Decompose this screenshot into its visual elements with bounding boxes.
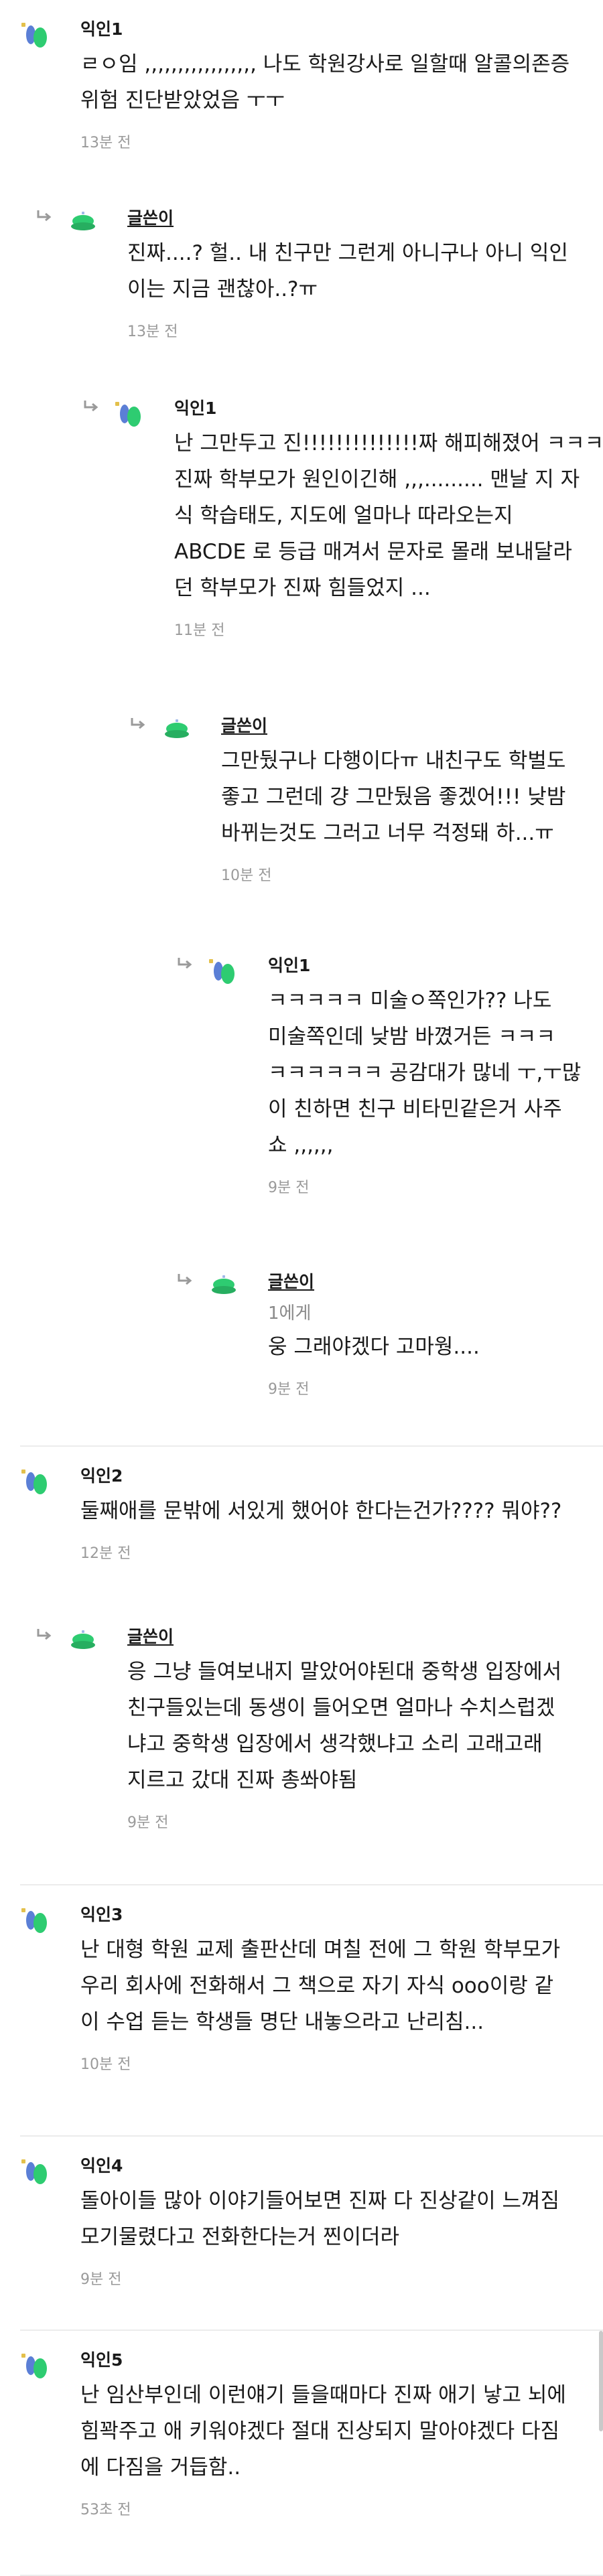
comment-timestamp: 10분 전 [221, 867, 272, 884]
comment-item[interactable]: 익인2 둘째애를 문밖에 서있게 했어야 한다는건가???? 뭐야?? 12분 전 [0, 1447, 603, 1607]
comment-text-line: 돌아이들 많아 이야기들어보면 진짜 다 진상같이 느껴짐 [80, 2189, 560, 2213]
comment-text-line: 진짜....? 헐.. 내 친구만 그런게 아니구나 아니 익인 [127, 241, 568, 265]
comment-text-line: 식 학습태도, 지도에 얼마나 따라오는지 [174, 504, 513, 528]
comment-text-line: 응 그냥 들여보내지 말았어야된대 중학생 입장에서 [127, 1660, 562, 1684]
comment-text-line: 둘째애를 문밖에 서있게 했어야 한다는건가???? 뭐야?? [80, 1499, 562, 1523]
comment-item[interactable]: 글쓴이응 그냥 들여보내지 말았어야된대 중학생 입장에서친구들있는데 동생이 … [0, 1607, 603, 1885]
comment-text-line: ㄹㅇ임 ,,,,,,,,,,,,,,,,, 나도 학원강사로 일할때 알콜의존증 [80, 52, 570, 76]
comment-text-line: 던 학부모가 진짜 힘들었지 ... [174, 576, 431, 600]
comment-author[interactable]: 익인1 [268, 952, 310, 977]
comment-text-line: 좋고 그런데 걍 그만뒀음 좋겠어!!! 낮밤 [221, 785, 566, 809]
user-avatar-icon[interactable] [66, 1626, 100, 1661]
comment-timestamp: 11분 전 [174, 622, 225, 639]
comment-text-line: 웅 그래야겠다 고마웡.... [268, 1335, 480, 1359]
comment-item[interactable]: 익인4 돌아이들 많아 이야기들어보면 진짜 다 진상같이 느껴짐모기물렸다고 전… [0, 2137, 603, 2331]
reply-arrow-icon [129, 717, 146, 731]
comment-item[interactable]: 글쓴이 1에게웅 그래야겠다 고마웡.... 9분 전 [0, 1253, 603, 1447]
user-avatar-icon[interactable] [159, 715, 194, 750]
user-avatar-icon[interactable] [206, 1271, 241, 1306]
reply-arrow-icon [176, 1273, 193, 1287]
comment-author[interactable]: 익인5 [80, 2347, 123, 2371]
user-avatar-icon[interactable] [113, 398, 147, 433]
user-avatar-icon[interactable] [66, 208, 100, 242]
comment-text-line: 에 다짐을 거듭함.. [80, 2455, 241, 2480]
comment-text-line: ㅋㅋㅋㅋㅋㅋ 공감대가 많네 ㅜ,ㅜ많 [268, 1061, 582, 1085]
reply-arrow-icon [35, 1628, 52, 1642]
comment-text-line: 이 친하면 친구 비타민같은거 사주 [268, 1097, 562, 1121]
comment-author[interactable]: 익인4 [80, 2153, 123, 2177]
comment-timestamp: 10분 전 [80, 2056, 131, 2073]
comment-author[interactable]: 익인1 [174, 395, 216, 419]
comment-timestamp: 9분 전 [127, 1814, 169, 1831]
comment-text-line: ABCDE 로 등급 매겨서 문자로 몰래 보내달라 [174, 540, 572, 564]
comment-item[interactable]: 익인1 난 그만두고 진!!!!!!!!!!!!!!짜 해피해졌어 ㅋㅋㅋ 진짜 학… [0, 379, 603, 697]
comment-item[interactable]: 글쓴이그만뒀구나 다행이다ㅠ 내친구도 학벌도좋고 그런데 걍 그만뒀음 좋겠어… [0, 697, 603, 936]
comment-text-line: 그만뒀구나 다행이다ㅠ 내친구도 학벌도 [221, 749, 566, 773]
comment-text-line: 바뀌는것도 그러고 너무 걱정돼 하...ㅠ [221, 821, 554, 845]
comment-text-line: 이는 지금 괜찮아..?ㅠ [127, 277, 318, 301]
comment-author[interactable]: 익인3 [80, 1902, 123, 1926]
comment-text-line: 힘꽉주고 애 키워야겠다 절대 진상되지 말아야겠다 다짐 [80, 2419, 560, 2443]
comment-author[interactable]: 글쓴이 [268, 1269, 314, 1293]
user-avatar-icon[interactable] [19, 1904, 54, 1939]
comment-author[interactable]: 글쓴이 [127, 1624, 174, 1648]
comment-author[interactable]: 글쓴이 [127, 205, 174, 229]
comment-item[interactable]: 익인3 난 대형 학원 교제 출판산데 며칠 전에 그 학원 학부모가우리 회사에… [0, 1885, 603, 2137]
comment-timestamp: 9분 전 [268, 1179, 310, 1196]
comment-author[interactable]: 글쓴이 [221, 713, 267, 737]
comment-text-line: 쇼 ,,,,,, [268, 1133, 334, 1157]
comment-text-line: 미술쪽인데 낮밤 바꼈거든 ㅋㅋㅋ [268, 1025, 555, 1049]
comment-author[interactable]: 익인2 [80, 1463, 123, 1487]
reply-arrow-icon [35, 209, 52, 224]
comment-text-line: 지르고 갔대 진짜 총쏴야됨 [127, 1768, 358, 1792]
user-avatar-icon[interactable] [19, 19, 54, 54]
comment-text-line: 난 그만두고 진!!!!!!!!!!!!!!짜 해피해졌어 ㅋㅋㅋ [174, 431, 603, 455]
comment-text-line: 진짜 학부모가 원인이긴해 ,,,......... 맨날 지 자 [174, 468, 580, 492]
comment-text-line: 친구들있는데 동생이 들어오면 얼마나 수치스럽겠 [127, 1696, 555, 1720]
user-avatar-icon[interactable] [19, 2350, 54, 2384]
comment-text-line: 위험 진단받았었음 ㅜㅜ [80, 88, 285, 113]
comment-timestamp: 53초 전 [80, 2502, 131, 2518]
comment-text-line: 난 대형 학원 교제 출판산데 며칠 전에 그 학원 학부모가 [80, 1938, 561, 1962]
comment-item[interactable]: 익인1 ㅋㅋㅋㅋㅋ 미술ㅇ쪽인가?? 나도미술쪽인데 낮밤 바꼈거든 ㅋㅋㅋㅋㅋㅋ… [0, 936, 603, 1253]
user-avatar-icon[interactable] [19, 1465, 54, 1500]
user-avatar-icon[interactable] [206, 955, 241, 990]
comment-timestamp: 13분 전 [80, 135, 131, 151]
comment-text-line: 모기물렸다고 전화한다는거 찐이더라 [80, 2225, 400, 2249]
comment-timestamp: 13분 전 [127, 324, 178, 340]
comment-item[interactable]: 익인1 ㄹㅇ임 ,,,,,,,,,,,,,,,,, 나도 학원강사로 일할때 알콜… [0, 0, 603, 189]
comment-text-line: 이 수업 듣는 학생들 명단 내놓으라고 난리침... [80, 2010, 484, 2034]
comment-item[interactable]: 글쓴이진짜....? 헐.. 내 친구만 그런게 아니구나 아니 익인이는 지금… [0, 189, 603, 379]
comment-author[interactable]: 익인1 [80, 16, 123, 40]
reply-arrow-icon [176, 956, 193, 971]
comment-text-line: 난 임산부인데 이런얘기 들을때마다 진짜 애기 낳고 뇌에 [80, 2383, 566, 2407]
user-avatar-icon[interactable] [19, 2155, 54, 2190]
comment-text-line: ㅋㅋㅋㅋㅋ 미술ㅇ쪽인가?? 나도 [268, 989, 552, 1013]
comment-timestamp: 9분 전 [268, 1381, 310, 1398]
comment-feed: 익인1 ㄹㅇ임 ,,,,,,,,,,,,,,,,, 나도 학원강사로 일할때 알콜… [0, 0, 603, 2576]
comment-text-line: 우리 회사에 전화해서 그 책으로 자기 자식 ooo이랑 같 [80, 1974, 554, 1998]
comment-timestamp: 12분 전 [80, 1545, 131, 1562]
comment-timestamp: 9분 전 [80, 2271, 122, 2288]
comment-item[interactable]: 익인5 난 임산부인데 이런얘기 들을때마다 진짜 애기 낳고 뇌에힘꽉주고 애 … [0, 2331, 603, 2576]
comment-text-line: 냐고 중학생 입장에서 생각했냐고 소리 고래고래 [127, 1732, 543, 1756]
scrollbar[interactable] [599, 2331, 603, 2431]
reply-arrow-icon [82, 399, 99, 414]
reply-mention: 1에게 [268, 1303, 312, 1323]
